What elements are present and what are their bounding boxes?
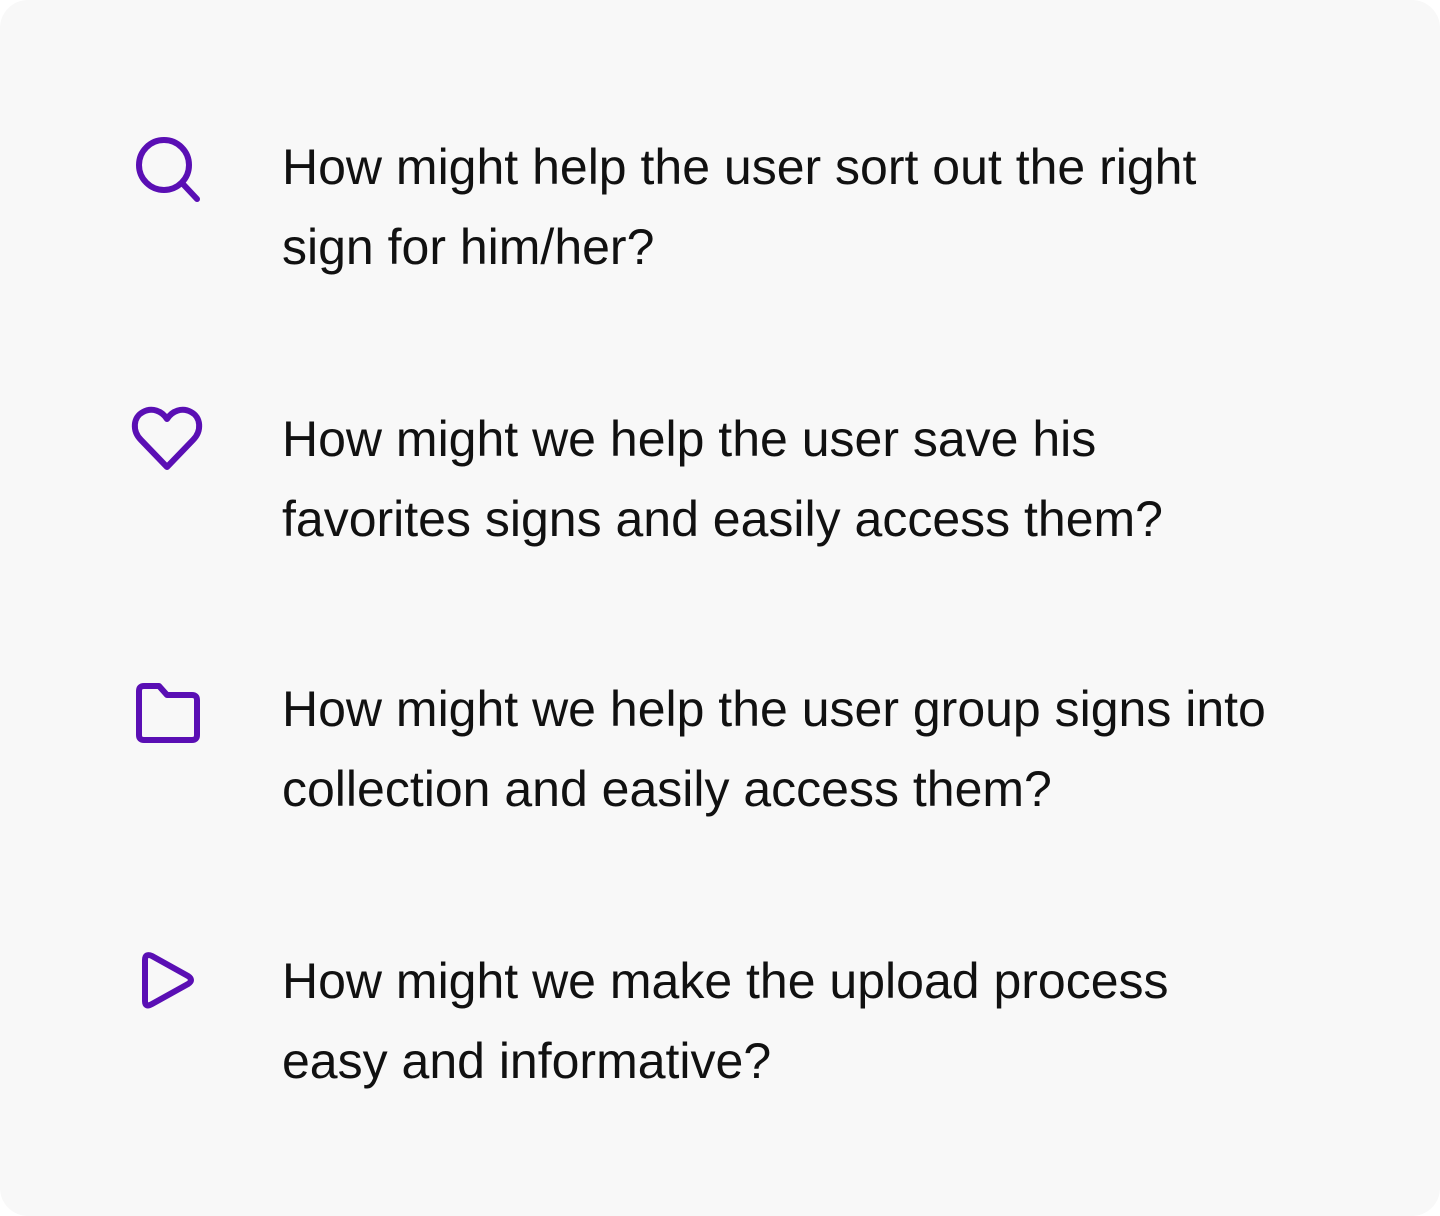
hmw-question-text: How might we help the user save his favo…	[282, 411, 1163, 547]
heart-icon	[131, 403, 203, 475]
play-icon	[131, 946, 203, 1018]
search-icon	[131, 132, 203, 204]
hmw-question-text: How might we help the user group signs i…	[282, 681, 1266, 817]
hmw-item-search: How might help the user sort out the rig…	[0, 127, 1440, 297]
hmw-card: How might help the user sort out the rig…	[0, 0, 1440, 1216]
hmw-item-heart: How might we help the user save his favo…	[0, 399, 1440, 569]
hmw-question-text: How might we make the upload process eas…	[282, 953, 1169, 1089]
folder-icon	[131, 675, 203, 747]
hmw-question-text: How might help the user sort out the rig…	[282, 139, 1197, 275]
hmw-item-folder: How might we help the user group signs i…	[0, 669, 1440, 839]
hmw-item-play: How might we make the upload process eas…	[0, 941, 1440, 1111]
